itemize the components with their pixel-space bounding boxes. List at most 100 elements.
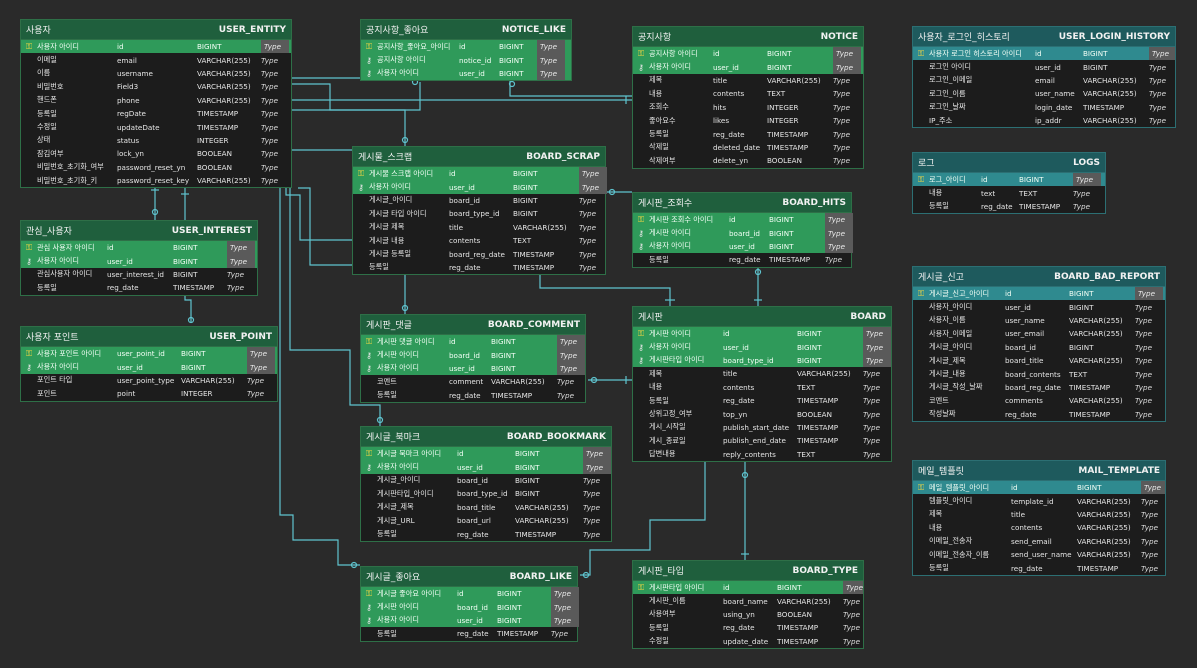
column-row[interactable]: 삭제여부 delete_yn BOOLEAN Type (633, 154, 863, 167)
column-row[interactable]: 게시글_아이디 board_id BIGINT Type (353, 194, 605, 207)
column-row[interactable]: 등록일 reg_date TIMESTAMP Type (913, 561, 1165, 574)
column-row[interactable]: 로그인_이메일 email VARCHAR(255) Type (913, 74, 1175, 87)
primary-key-row[interactable]: ⚿ 로그_아이디 id BIGINT Type (913, 173, 1105, 187)
column-row[interactable]: 등록일 reg_date TIMESTAMP Type (633, 621, 863, 634)
column-row[interactable]: 등록일 reg_date TIMESTAMP Type (913, 200, 1105, 213)
foreign-key-row[interactable]: ⚷ 공지사항 아이디 notice_id BIGINT Type (361, 53, 571, 67)
entity-board[interactable]: 게시판 BOARD ⚿ 게시판 아이디 id BIGINT Type ⚷ 사용자 아이디 user… (632, 306, 892, 462)
entity-header[interactable]: 게시판_타입 BOARD_TYPE (633, 561, 863, 581)
primary-key-row[interactable]: ⚿ 공지사항 아이디 id BIGINT Type (633, 47, 863, 61)
column-row[interactable]: 내용 contents TEXT Type (633, 87, 863, 100)
entity-logs[interactable]: 로그 LOGS ⚿ 로그_아이디 id BIGINT Type 내용 text TEXT Type 등… (912, 152, 1106, 215)
column-row[interactable]: 비밀번호_초기화_키 password_reset_key VARCHAR(255)… (21, 174, 291, 187)
entity-board-bookmark[interactable]: 게시글_북마크 BOARD_BOOKMARK ⚿ 게시글 북마크 아이디 id BIGIN… (360, 426, 612, 542)
entity-header[interactable]: 게시판 BOARD (633, 307, 891, 327)
entity-header[interactable]: 게시글_신고 BOARD_BAD_REPORT (913, 267, 1165, 287)
column-row[interactable]: 게시글_제목 board_title VARCHAR(255) Type (913, 354, 1165, 367)
column-row[interactable]: 내용 contents TEXT Type (633, 381, 891, 394)
entity-header[interactable]: 게시글_북마크 BOARD_BOOKMARK (361, 427, 611, 447)
column-row[interactable]: 제목 title VARCHAR(255) Type (633, 74, 863, 87)
column-row[interactable]: 이메일_전송자 send_email VARCHAR(255) Type (913, 535, 1165, 548)
primary-key-row[interactable]: ⚿ 사용자 로그인 히스토리 아이디 id BIGINT Type (913, 47, 1175, 61)
column-row[interactable]: 게시글_아이디 board_id BIGINT Type (913, 341, 1165, 354)
column-row[interactable]: 답변내용 reply_contents TEXT Type (633, 448, 891, 461)
foreign-key-row[interactable]: ⚷ 게시판 아이디 board_id BIGINT Type (361, 600, 579, 614)
column-row[interactable]: 등록일 reg_date TIMESTAMP Type (361, 389, 585, 402)
column-row[interactable]: 등록일 reg_date TIMESTAMP Type (633, 253, 851, 266)
column-row[interactable]: 등록일 reg_date TIMESTAMP Type (353, 261, 605, 274)
column-row[interactable]: 제목 title VARCHAR(255) Type (913, 508, 1165, 521)
column-row[interactable]: 등록일 reg_date TIMESTAMP Type (633, 127, 863, 140)
foreign-key-row[interactable]: ⚷ 사용자 아이디 user_id BIGINT Type (21, 360, 277, 374)
column-row[interactable]: 등록일 reg_date TIMESTAMP Type (21, 281, 257, 294)
column-row[interactable]: 제목 title VARCHAR(255) Type (633, 367, 891, 380)
column-row[interactable]: 등록일 reg_date TIMESTAMP Type (361, 627, 577, 640)
column-row[interactable]: 수정일 update_date TIMESTAMP Type (633, 635, 863, 648)
column-row[interactable]: 조회수 hits INTEGER Type (633, 101, 863, 114)
column-row[interactable]: 등록일 reg_date TIMESTAMP Type (361, 527, 611, 540)
entity-header[interactable]: 게시글_좋아요 BOARD_LIKE (361, 567, 577, 587)
entity-header[interactable]: 게시판_조회수 BOARD_HITS (633, 193, 851, 213)
foreign-key-row[interactable]: ⚷ 게시판 아이디 board_id BIGINT Type (361, 348, 585, 362)
entity-header[interactable]: 공지사항 NOTICE (633, 27, 863, 47)
entity-header[interactable]: 사용자 USER_ENTITY (21, 20, 291, 40)
entity-header[interactable]: 사용자 포인트 USER_POINT (21, 327, 277, 347)
column-row[interactable]: 이메일_전송자_이름 send_user_name VARCHAR(255) Type (913, 548, 1165, 561)
column-row[interactable]: 코멘트 comments VARCHAR(255) Type (913, 394, 1165, 407)
entity-header[interactable]: 게시판_댓글 BOARD_COMMENT (361, 315, 585, 335)
column-row[interactable]: 등록일 regDate TIMESTAMP Type (21, 107, 291, 120)
column-row[interactable]: 이름 username VARCHAR(255) Type (21, 67, 291, 80)
column-row[interactable]: 사용여부 using_yn BOOLEAN Type (633, 608, 863, 621)
foreign-key-row[interactable]: ⚷ 게시판타입 아이디 board_type_id BIGINT Type (633, 353, 891, 368)
primary-key-row[interactable]: ⚿ 게시글 좋아요 아이디 id BIGINT Type (361, 587, 579, 601)
primary-key-row[interactable]: ⚿ 게시판타입 아이디 id BIGINT Type (633, 581, 863, 595)
column-row[interactable]: 게시_종료일 publish_end_date TIMESTAMP Type (633, 434, 891, 447)
entity-header[interactable]: 게시물_스크랩 BOARD_SCRAP (353, 147, 605, 167)
primary-key-row[interactable]: ⚿ 게시판 조회수 아이디 id BIGINT Type (633, 213, 853, 227)
column-row[interactable]: 좋아요수 likes INTEGER Type (633, 114, 863, 127)
column-row[interactable]: IP_주소 ip_addr VARCHAR(255) Type (913, 114, 1175, 127)
primary-key-row[interactable]: ⚿ 사용자 포인트 아이디 user_point_id BIGINT Type (21, 347, 277, 361)
column-row[interactable]: 게시글_아이디 board_id BIGINT Type (361, 474, 611, 487)
foreign-key-row[interactable]: ⚷ 사용자 아이디 user_id BIGINT Type (361, 66, 571, 81)
column-row[interactable]: 게시글_작성_날짜 board_reg_date TIMESTAMP Type (913, 381, 1165, 394)
column-row[interactable]: 게시글_URL board_url VARCHAR(255) Type (361, 514, 611, 527)
entity-header[interactable]: 관심_사용자 USER_INTEREST (21, 221, 257, 241)
foreign-key-row[interactable]: ⚷ 사용자 아이디 user_id BIGINT Type (21, 254, 257, 268)
entity-notice-like[interactable]: 공지사항_좋아요 NOTICE_LIKE ⚿ 공지사항_좋아요_아이디 id BIGINT… (360, 19, 572, 82)
entity-board-like[interactable]: 게시글_좋아요 BOARD_LIKE ⚿ 게시글 좋아요 아이디 id BIGINT Typ… (360, 566, 579, 642)
column-row[interactable]: 코멘트 comment VARCHAR(255) Type (361, 375, 585, 388)
primary-key-row[interactable]: ⚿ 게시글_신고_아이디 id BIGINT Type (913, 287, 1165, 301)
primary-key-row[interactable]: ⚿ 게시판 아이디 id BIGINT Type (633, 327, 891, 341)
entity-user-interest[interactable]: 관심_사용자 USER_INTEREST ⚿ 관심 사용자 아이디 id BIGINT Ty… (20, 220, 258, 296)
foreign-key-row[interactable]: ⚷ 사용자 아이디 user_id BIGINT Type (361, 361, 585, 376)
column-row[interactable]: 상위고정_여부 top_yn BOOLEAN Type (633, 407, 891, 420)
entity-board-hits[interactable]: 게시판_조회수 BOARD_HITS ⚿ 게시판 조회수 아이디 id BIGINT Typ… (632, 192, 853, 268)
column-row[interactable]: 핸드폰 phone VARCHAR(255) Type (21, 94, 291, 107)
entity-header[interactable]: 사용자_로그인_히스토리 USER_LOGIN_HISTORY (913, 27, 1175, 47)
primary-key-row[interactable]: ⚿ 메일_템플릿_아이디 id BIGINT Type (913, 481, 1165, 495)
entity-board-scrap[interactable]: 게시물_스크랩 BOARD_SCRAP ⚿ 게시물 스크랩 아이디 id BIGINT Ty… (352, 146, 607, 276)
column-row[interactable]: 사용자_이메일 user_email VARCHAR(255) Type (913, 327, 1165, 340)
column-row[interactable]: 작성날짜 reg_date TIMESTAMP Type (913, 408, 1165, 421)
primary-key-row[interactable]: ⚿ 게시판 댓글 아이디 id BIGINT Type (361, 335, 585, 349)
entity-mail-template[interactable]: 메일_템플릿 MAIL_TEMPLATE ⚿ 메일_템플릿_아이디 id BIGINT Ty… (912, 460, 1166, 576)
column-row[interactable]: 상태 status INTEGER Type (21, 134, 291, 147)
primary-key-row[interactable]: ⚿ 게시글 북마크 아이디 id BIGINT Type (361, 447, 611, 461)
column-row[interactable]: 수정일 updateDate TIMESTAMP Type (21, 120, 291, 133)
entity-header[interactable]: 로그 LOGS (913, 153, 1105, 173)
entity-board-comment[interactable]: 게시판_댓글 BOARD_COMMENT ⚿ 게시판 댓글 아이디 id BIGINT Ty… (360, 314, 586, 403)
entity-header[interactable]: 공지사항_좋아요 NOTICE_LIKE (361, 20, 571, 40)
column-row[interactable]: 사용자_이름 user_name VARCHAR(255) Type (913, 314, 1165, 327)
column-row[interactable]: 게시판_이름 board_name VARCHAR(255) Type (633, 594, 863, 607)
column-row[interactable]: 게시글 타입 아이디 board_type_id BIGINT Type (353, 207, 605, 220)
entity-header[interactable]: 메일_템플릿 MAIL_TEMPLATE (913, 461, 1165, 481)
column-row[interactable]: 사용자_아이디 user_id BIGINT Type (913, 300, 1165, 313)
column-row[interactable]: 게시글_내용 board_contents TEXT Type (913, 367, 1165, 380)
entity-user-login-history[interactable]: 사용자_로그인_히스토리 USER_LOGIN_HISTORY ⚿ 사용자 로그인 히… (912, 26, 1176, 129)
entity-user-entity[interactable]: 사용자 USER_ENTITY ⚿ 사용자 아이디 id BIGINT Type 이메일 ema… (20, 19, 292, 189)
primary-key-row[interactable]: ⚿ 공지사항_좋아요_아이디 id BIGINT Type (361, 40, 571, 54)
entity-board-bad-report[interactable]: 게시글_신고 BOARD_BAD_REPORT ⚿ 게시글_신고_아이디 id BIGIN… (912, 266, 1166, 422)
column-row[interactable]: 게시글 등록일 board_reg_date TIMESTAMP Type (353, 247, 605, 260)
entity-user-point[interactable]: 사용자 포인트 USER_POINT ⚿ 사용자 포인트 아이디 user_point_… (20, 326, 278, 402)
